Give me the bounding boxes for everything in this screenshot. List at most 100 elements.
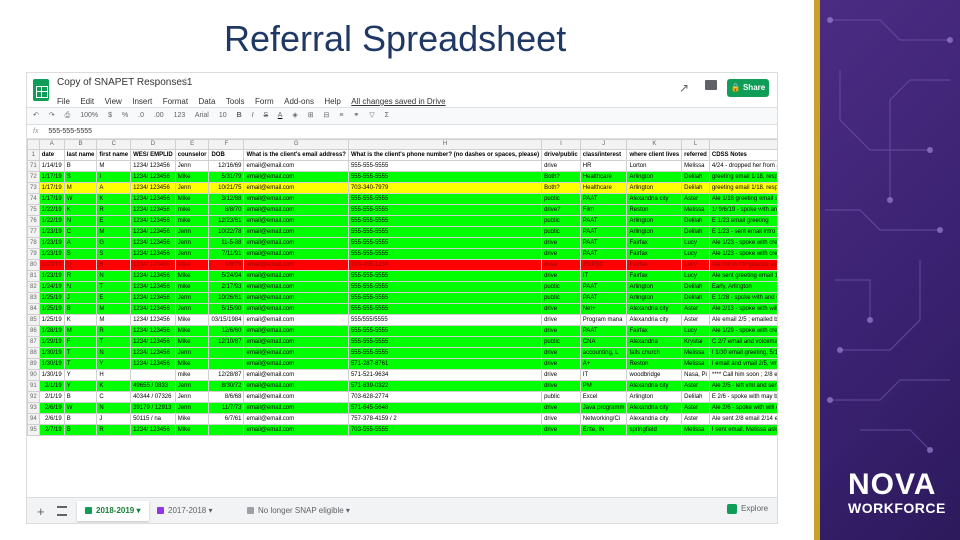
align-icon[interactable]: ≡	[339, 112, 343, 119]
table-cell[interactable]: 555-555-5555	[347, 347, 543, 359]
table-cell[interactable]: Alexandria city	[626, 314, 683, 326]
table-cell[interactable]: 1/23/19	[38, 226, 65, 238]
table-cell[interactable]: T	[96, 336, 132, 348]
table-cell[interactable]: 1234/ 123456	[130, 424, 176, 436]
table-cell[interactable]: Lucy	[681, 325, 710, 337]
table-cell[interactable]: drive	[541, 160, 581, 172]
table-cell[interactable]: email@email.com	[243, 204, 349, 216]
table-cell[interactable]: W	[63, 402, 98, 414]
row-number[interactable]: 71	[27, 160, 40, 172]
table-cell[interactable]: B	[96, 259, 132, 271]
table-cell[interactable]: 1234/ 123456	[130, 237, 176, 249]
table-cell[interactable]: Delilah	[681, 182, 710, 194]
table-cell[interactable]: C 2/7 email and voicemail ; vmail not se…	[708, 336, 777, 348]
row-number[interactable]: 86	[27, 325, 40, 337]
table-cell[interactable]: PAAT	[579, 193, 628, 205]
table-cell[interactable]: falls church	[626, 347, 683, 359]
table-cell[interactable]: Fairfax	[626, 237, 683, 249]
table-cell[interactable]: I	[96, 171, 132, 183]
table-cell[interactable]: 1234/ 123456	[130, 314, 176, 326]
table-cell[interactable]: 1234/ 123456	[130, 347, 176, 359]
table-cell[interactable]: 12/28/87	[208, 369, 245, 381]
menu-format[interactable]: Format	[163, 97, 188, 106]
table-cell[interactable]: PAAT	[579, 248, 628, 260]
row-number[interactable]: 93	[27, 402, 40, 414]
table-cell[interactable]: 39179 / 12913	[130, 402, 176, 414]
field-header-cell[interactable]: What is the client's phone number? (no d…	[347, 149, 543, 161]
table-cell[interactable]: Lucy	[681, 259, 710, 271]
table-cell[interactable]: Aster	[681, 303, 710, 315]
table-cell[interactable]: mike	[174, 369, 210, 381]
table-cell[interactable]: 1234/ 123456	[130, 160, 176, 172]
table-cell[interactable]: greeting email 1/18, responded 1/23, we …	[708, 171, 777, 183]
table-cell[interactable]: E	[96, 292, 132, 304]
table-cell[interactable]: 1/23/19	[38, 248, 65, 260]
table-cell[interactable]: Y	[63, 369, 98, 381]
table-cell[interactable]: 571-645-5648	[347, 402, 543, 414]
share-button[interactable]: 🔒 Share	[727, 79, 769, 97]
table-cell[interactable]: Alexandria	[626, 336, 683, 348]
table-cell[interactable]: Jenn	[174, 160, 210, 172]
table-cell[interactable]: CNA	[579, 336, 628, 348]
table-cell[interactable]: Excel	[579, 391, 628, 403]
table-cell[interactable]: Fairfax	[626, 259, 683, 271]
table-cell[interactable]: 03/15/1984	[208, 314, 245, 326]
table-cell[interactable]: M	[96, 226, 132, 238]
explore-button[interactable]: Explore	[727, 504, 768, 514]
table-cell[interactable]: 571-839-0322	[347, 380, 543, 392]
table-cell[interactable]: 1/14/19	[38, 160, 65, 172]
table-cell[interactable]: email@email.com	[243, 182, 349, 194]
table-cell[interactable]: email@email.com	[243, 369, 349, 381]
table-cell[interactable]: 1234/ 123456	[130, 281, 176, 293]
table-cell[interactable]: 1/30/19	[38, 358, 65, 370]
table-cell[interactable]: 8/30/72	[208, 380, 245, 392]
row-number[interactable]: 94	[27, 413, 40, 425]
save-status[interactable]: All changes saved in Drive	[351, 97, 445, 106]
link-icon[interactable]: ⚭	[353, 112, 359, 119]
table-cell[interactable]: email@email.com	[243, 325, 349, 337]
table-cell[interactable]: email@email.com	[243, 226, 349, 238]
table-cell[interactable]: Nasa, Pi	[681, 369, 710, 381]
table-cell[interactable]: 2/7/19	[38, 424, 65, 436]
table-cell[interactable]: email@email.com	[243, 292, 349, 304]
table-cell[interactable]: Aster	[681, 314, 710, 326]
table-cell[interactable]: I sent email, Melissa asked him to do pr…	[708, 424, 777, 436]
table-cell[interactable]: Jenn	[174, 182, 210, 194]
table-cell[interactable]: public	[541, 281, 581, 293]
table-cell[interactable]: B	[63, 303, 98, 315]
table-cell[interactable]: R	[63, 270, 98, 282]
menu-file[interactable]: File	[57, 97, 70, 106]
table-cell[interactable]: 703-455-1234	[347, 259, 543, 271]
table-cell[interactable]: Delilah	[681, 171, 710, 183]
table-cell[interactable]: Y	[63, 380, 98, 392]
menu-help[interactable]: Help	[324, 97, 340, 106]
table-cell[interactable]: B	[63, 424, 98, 436]
table-cell[interactable]: M	[63, 325, 98, 337]
table-cell[interactable]: Lucy	[681, 237, 710, 249]
undo-icon[interactable]: ↶	[33, 112, 39, 119]
table-cell[interactable]: Jenn	[174, 237, 210, 249]
table-cell[interactable]: 555-555-5555	[347, 204, 543, 216]
table-cell[interactable]: M	[63, 182, 98, 194]
table-cell[interactable]: R	[96, 204, 132, 216]
table-cell[interactable]: 555-555-5555	[347, 237, 543, 249]
table-cell[interactable]: Ente, IN	[579, 424, 628, 436]
table-cell[interactable]: Delilah	[681, 292, 710, 304]
table-cell[interactable]: Fairfax	[626, 248, 683, 260]
table-cell[interactable]: 1234/ 123456	[130, 182, 176, 194]
field-header-cell[interactable]: referred	[681, 149, 710, 161]
table-cell[interactable]: 1234/ 123456	[130, 193, 176, 205]
table-cell[interactable]: email@email.com	[243, 281, 349, 293]
table-cell[interactable]: JS/PSC	[579, 259, 628, 271]
table-cell[interactable]: Melissa	[681, 424, 710, 436]
table-cell[interactable]: 555-555-5555	[347, 303, 543, 315]
table-cell[interactable]: N	[96, 402, 132, 414]
table-cell[interactable]: Q	[63, 259, 98, 271]
column-header[interactable]: H	[347, 139, 543, 150]
table-cell[interactable]: Reston	[626, 358, 683, 370]
table-cell[interactable]: PAAT	[579, 292, 628, 304]
table-cell[interactable]: public	[541, 292, 581, 304]
table-cell[interactable]: email@email.com	[243, 380, 349, 392]
bold-button[interactable]: B	[237, 112, 242, 119]
italic-button[interactable]: I	[252, 112, 254, 119]
